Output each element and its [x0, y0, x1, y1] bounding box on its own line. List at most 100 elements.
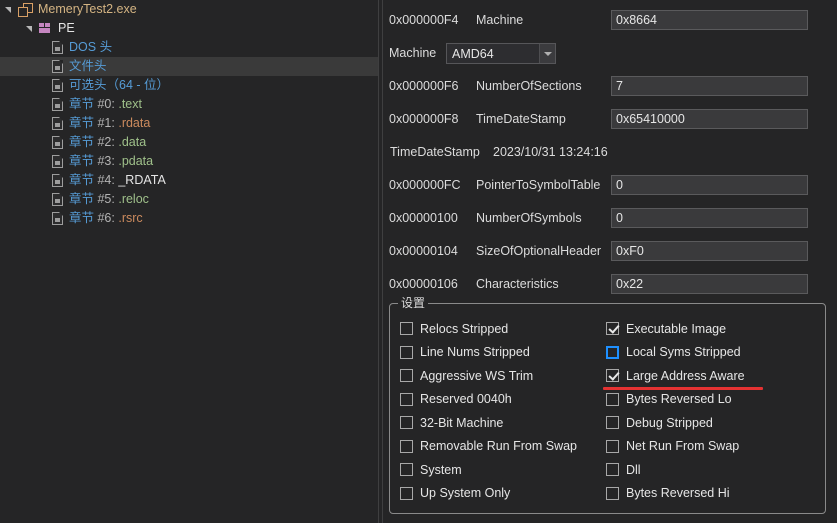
tree-item[interactable]: 章节 #3: .pdata: [0, 152, 378, 171]
field-value-input[interactable]: [611, 241, 808, 261]
characteristic-checkbox-row[interactable]: Up System Only: [400, 482, 610, 506]
checkbox-label: System: [420, 462, 462, 477]
characteristic-checkbox-row[interactable]: Net Run From Swap: [606, 435, 821, 459]
characteristic-checkbox-row[interactable]: System: [400, 458, 610, 482]
tree-item-label-part: #1:: [97, 116, 119, 130]
field-name: PointerToSymbolTable: [476, 178, 601, 192]
tree-item[interactable]: 章节 #5: .reloc: [0, 190, 378, 209]
characteristic-checkbox-row[interactable]: Line Nums Stripped: [400, 341, 610, 365]
checkbox-icon[interactable]: [606, 322, 619, 336]
checkbox-icon[interactable]: [400, 486, 413, 500]
checkbox-icon[interactable]: [606, 439, 619, 453]
checkbox-label: Up System Only: [420, 486, 511, 501]
checkbox-label: Debug Stripped: [626, 415, 713, 430]
chevron-down-icon[interactable]: [539, 44, 555, 63]
characteristic-checkbox-row[interactable]: Reserved 0040h: [400, 388, 610, 412]
characteristic-checkbox-row[interactable]: Bytes Reversed Lo: [606, 388, 821, 412]
field-offset: 0x000000F8: [389, 112, 459, 126]
expand-triangle-icon[interactable]: [25, 22, 38, 35]
checkbox-icon[interactable]: [606, 369, 619, 383]
header-field-row: 0x000000F4 Machine: [383, 9, 837, 31]
characteristic-checkbox-row[interactable]: Executable Image: [606, 317, 821, 341]
tree-item[interactable]: DOS 头: [0, 38, 378, 57]
checkbox-icon[interactable]: [606, 345, 619, 359]
tree-item-root[interactable]: MemeryTest2.exe: [0, 0, 378, 19]
characteristic-checkbox-row[interactable]: Removable Run From Swap: [400, 435, 610, 459]
checkbox-label: Bytes Reversed Hi: [626, 486, 730, 501]
pe-structure-tree[interactable]: MemeryTest2.exe PE DOS 头文件头 可选头（64 - 位） 章节 #…: [0, 0, 378, 523]
checkbox-icon[interactable]: [400, 439, 413, 453]
characteristic-checkbox-row[interactable]: 32-Bit Machine: [400, 411, 610, 435]
tree-item-label-part: #2:: [97, 135, 119, 149]
checkbox-label: Executable Image: [626, 321, 727, 336]
document-icon: [52, 193, 63, 206]
field-value-input[interactable]: [611, 76, 808, 96]
timedatestamp-decoded-row: TimeDateStamp 2023/10/31 13:24:16: [383, 141, 837, 163]
tree-item[interactable]: 章节 #4: _RDATA: [0, 171, 378, 190]
header-field-row: 0x000000FC PointerToSymbolTable: [383, 174, 837, 196]
tree-item-label: 可选头（64 - 位）: [69, 76, 169, 95]
tree-item-label-part: .text: [118, 97, 142, 111]
machine-combo-row: Machine AMD64: [383, 42, 837, 64]
tree-item[interactable]: 章节 #0: .text: [0, 95, 378, 114]
pe-viewer-window: MemeryTest2.exe PE DOS 头文件头 可选头（64 - 位） 章节 #…: [0, 0, 837, 523]
checkbox-icon[interactable]: [400, 392, 413, 406]
characteristic-checkbox-row[interactable]: Large Address Aware: [606, 364, 821, 388]
tree-item[interactable]: 章节 #6: .rsrc: [0, 209, 378, 228]
tree-item-label-part: 文件头: [69, 59, 107, 73]
checkbox-icon[interactable]: [606, 416, 619, 430]
field-offset: 0x000000F4: [389, 13, 459, 27]
tree-item-label: 章节 #6: .rsrc: [69, 209, 143, 228]
machine-combo-box[interactable]: AMD64: [446, 43, 556, 64]
field-name: SizeOfOptionalHeader: [476, 244, 602, 258]
tree-item-label-part: 章节: [69, 173, 98, 187]
machine-combo-label: Machine: [389, 46, 437, 60]
checkbox-icon[interactable]: [400, 345, 413, 359]
characteristic-checkbox-row[interactable]: Aggressive WS Trim: [400, 364, 610, 388]
characteristic-checkbox-row[interactable]: Local Syms Stripped: [606, 341, 821, 365]
tree-item[interactable]: 章节 #1: .rdata: [0, 114, 378, 133]
field-value-input[interactable]: [611, 274, 808, 294]
checkbox-icon[interactable]: [606, 463, 619, 477]
expand-triangle-icon[interactable]: [4, 3, 17, 16]
tree-item[interactable]: 可选头（64 - 位）: [0, 76, 378, 95]
characteristic-checkbox-row[interactable]: Dll: [606, 458, 821, 482]
checkbox-icon[interactable]: [400, 322, 413, 336]
tree-item-label-part: 章节: [69, 116, 98, 130]
tree-item-label: 章节 #4: _RDATA: [69, 171, 166, 190]
header-field-row: 0x00000100 NumberOfSymbols: [383, 207, 837, 229]
checkbox-icon[interactable]: [400, 416, 413, 430]
checkbox-label: Line Nums Stripped: [420, 345, 530, 360]
timedatestamp-decoded-value: 2023/10/31 13:24:16: [493, 145, 608, 159]
field-value-input[interactable]: [611, 109, 808, 129]
tree-item-label-part: 章节: [69, 154, 98, 168]
checkbox-icon[interactable]: [400, 369, 413, 383]
tree-item-pe[interactable]: PE: [0, 19, 378, 38]
checkbox-label: Net Run From Swap: [626, 439, 740, 454]
characteristic-checkbox-row[interactable]: Relocs Stripped: [400, 317, 610, 341]
checkbox-icon[interactable]: [400, 463, 413, 477]
field-name: Characteristics: [476, 277, 559, 291]
checkbox-label: 32-Bit Machine: [420, 415, 504, 430]
field-value-input[interactable]: [611, 175, 808, 195]
tree-item[interactable]: 章节 #2: .data: [0, 133, 378, 152]
tree-item-label-part: DOS: [69, 40, 100, 54]
checkbox-icon[interactable]: [606, 486, 619, 500]
field-value-input[interactable]: [611, 10, 808, 30]
header-field-row: 0x00000106 Characteristics: [383, 273, 837, 295]
document-icon: [52, 79, 63, 92]
document-icon: [52, 174, 63, 187]
field-offset: 0x00000100: [389, 211, 458, 225]
tree-item-label-part: .data: [118, 135, 147, 149]
document-icon: [52, 60, 63, 73]
checkbox-icon[interactable]: [606, 392, 619, 406]
tree-item[interactable]: 文件头: [0, 57, 378, 76]
characteristic-checkbox-row[interactable]: Bytes Reversed Hi: [606, 482, 821, 506]
tree-item-label-part: #4:: [97, 173, 119, 187]
characteristic-checkbox-row[interactable]: Debug Stripped: [606, 411, 821, 435]
checkbox-label: Removable Run From Swap: [420, 439, 578, 454]
field-value-input[interactable]: [611, 208, 808, 228]
tree-item-label-part: #0:: [97, 97, 119, 111]
characteristics-right-column: Executable Image Local Syms Stripped Large…: [606, 317, 821, 505]
tree-item-label-part: .reloc: [118, 192, 149, 206]
